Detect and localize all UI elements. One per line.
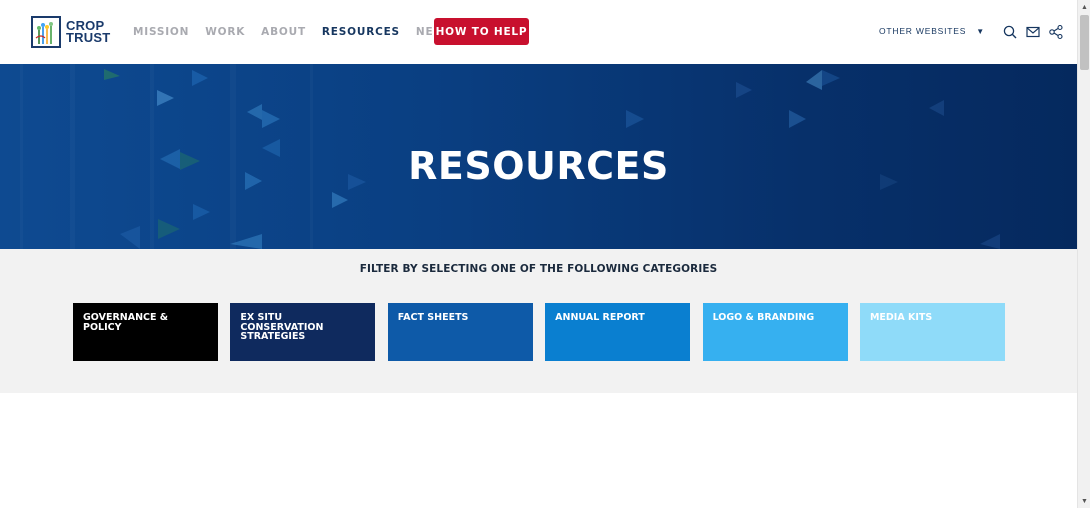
site-header: CROP TRUST MISSION WORK ABOUT RESOURCES …: [0, 0, 1077, 64]
category-annual-report[interactable]: ANNUAL REPORT: [545, 303, 691, 361]
category-governance-policy[interactable]: GOVERNANCE & POLICY: [73, 303, 218, 361]
mail-icon[interactable]: [1025, 24, 1041, 40]
search-icon[interactable]: [1002, 24, 1018, 40]
nav-resources[interactable]: RESOURCES: [322, 24, 400, 40]
nav-mission[interactable]: MISSION: [133, 24, 189, 40]
category-logo-branding[interactable]: LOGO & BRANDING: [702, 303, 848, 361]
nav-work[interactable]: WORK: [205, 24, 245, 40]
category-filter-section: FILTER BY SELECTING ONE OF THE FOLLOWING…: [0, 249, 1077, 393]
category-ex-situ-conservation[interactable]: EX SITU CONSERVATION STRATEGIES: [230, 303, 376, 361]
how-to-help-button[interactable]: HOW TO HELP: [434, 18, 529, 45]
logo-wordmark: CROP TRUST: [66, 19, 111, 45]
other-websites-dropdown[interactable]: OTHER WEBSITES ▼: [879, 26, 985, 36]
scroll-down-arrow-icon[interactable]: ▼: [1078, 494, 1090, 508]
logo-line-2: TRUST: [66, 30, 111, 45]
category-tiles: GOVERNANCE & POLICY EX SITU CONSERVATION…: [73, 303, 1017, 361]
share-icon[interactable]: [1048, 24, 1064, 40]
vertical-scrollbar[interactable]: ▲ ▼: [1077, 0, 1090, 508]
crop-trust-logo[interactable]: CROP TRUST: [31, 15, 111, 49]
main-nav: MISSION WORK ABOUT RESOURCES NEWS: [133, 24, 470, 40]
category-fact-sheets[interactable]: FACT SHEETS: [387, 303, 533, 361]
caret-down-icon: ▼: [976, 26, 985, 36]
nav-about[interactable]: ABOUT: [261, 24, 306, 40]
hero-banner: RESOURCES: [0, 64, 1077, 249]
page: CROP TRUST MISSION WORK ABOUT RESOURCES …: [0, 0, 1077, 508]
other-websites-label: OTHER WEBSITES: [879, 26, 967, 36]
filter-heading: FILTER BY SELECTING ONE OF THE FOLLOWING…: [359, 263, 718, 275]
page-title: RESOURCES: [408, 144, 669, 188]
logo-mark-icon: [31, 16, 61, 48]
scroll-up-arrow-icon[interactable]: ▲: [1078, 0, 1090, 14]
scroll-thumb[interactable]: [1080, 15, 1089, 70]
category-media-kits[interactable]: MEDIA KITS: [859, 303, 1005, 361]
